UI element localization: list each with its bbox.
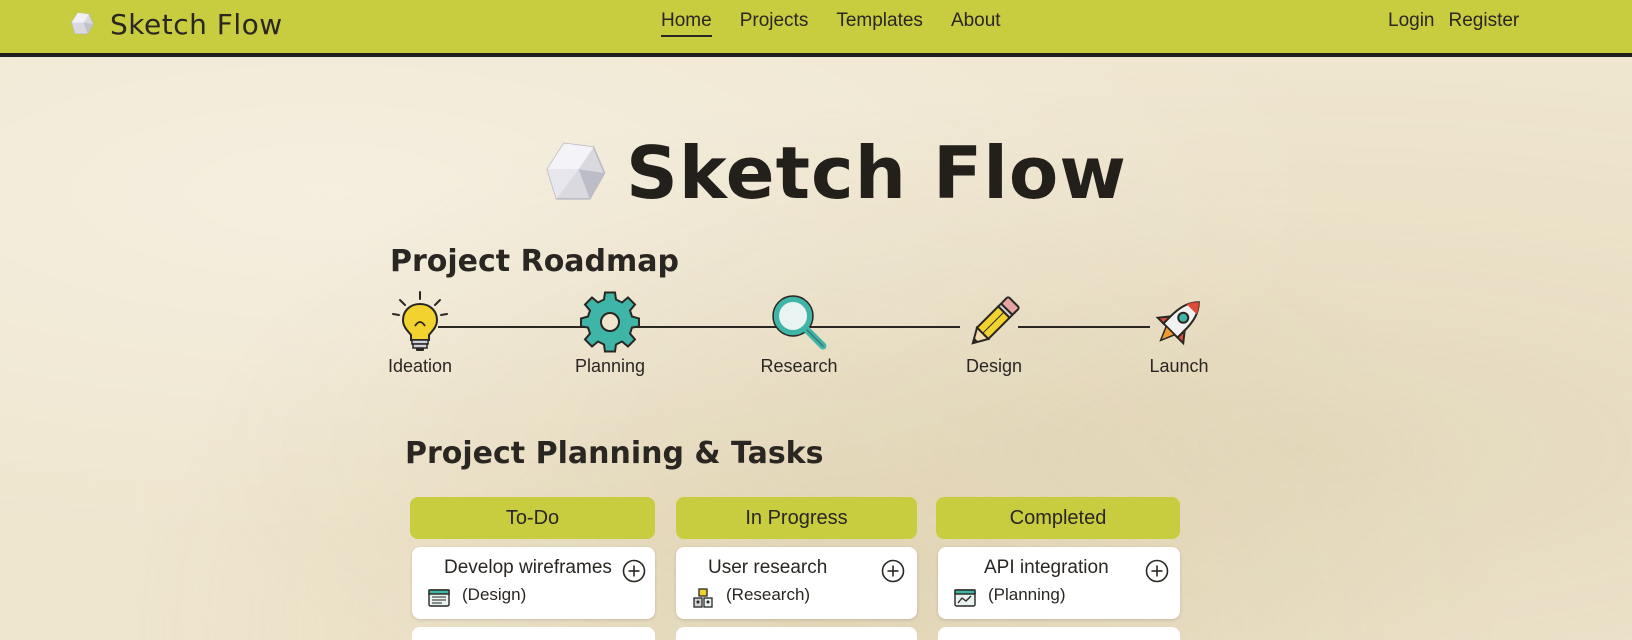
- nav-link-templates[interactable]: Templates: [836, 10, 923, 37]
- brand-name: Sketch Flow: [110, 7, 283, 41]
- roadmap-stage-planning[interactable]: Planning: [560, 290, 660, 377]
- brand[interactable]: Sketch Flow: [68, 6, 283, 42]
- page-title: Sketch Flow: [626, 131, 1127, 215]
- nav-link-home[interactable]: Home: [661, 10, 712, 37]
- hero: Sketch Flow: [538, 133, 1127, 213]
- rocket-icon: [1155, 301, 1200, 346]
- roadmap: Ideation Planning Research Design Launch: [380, 290, 1220, 390]
- column-in-progress: In Progress User research (Research): [676, 497, 917, 640]
- roadmap-stage-launch[interactable]: Launch: [1129, 290, 1229, 377]
- roadmap-stage-research[interactable]: Research: [749, 290, 849, 377]
- nav-link-about[interactable]: About: [951, 10, 1001, 37]
- design-board-icon: [428, 589, 450, 607]
- task-card[interactable]: User research (Research): [676, 547, 917, 619]
- stage-label: Launch: [1149, 356, 1209, 376]
- stage-label: Design: [965, 356, 1023, 376]
- task-title: Develop wireframes: [444, 557, 612, 578]
- task-card[interactable]: Develop wireframes (Design): [412, 547, 655, 619]
- add-icon[interactable]: [622, 559, 646, 583]
- stage-label: Ideation: [387, 356, 453, 376]
- main-nav: Home Projects Templates About: [661, 10, 1001, 37]
- task-card[interactable]: [938, 627, 1180, 640]
- navbar: Sketch Flow Home Projects Templates Abou…: [0, 0, 1632, 57]
- roadmap-connector: [438, 326, 960, 328]
- column-todo: To-Do Develop wireframes (Design): [410, 497, 655, 640]
- register-link[interactable]: Register: [1449, 10, 1520, 32]
- roadmap-title: Project Roadmap: [390, 244, 679, 279]
- roadmap-stage-ideation[interactable]: Ideation: [370, 290, 470, 377]
- task-title: API integration: [984, 557, 1109, 578]
- auth-links: Login Register: [1388, 10, 1519, 32]
- column-completed: Completed API integration (Planning): [936, 497, 1180, 640]
- logo-icon: [546, 142, 606, 200]
- add-icon[interactable]: [1145, 559, 1169, 583]
- task-tag: (Design): [462, 585, 527, 604]
- nav-link-projects[interactable]: Projects: [740, 10, 809, 37]
- task-card[interactable]: [676, 627, 917, 640]
- logo-icon: [71, 12, 94, 35]
- pencil-icon: [971, 296, 1020, 345]
- stage-label: Planning: [574, 356, 646, 376]
- stage-label: Research: [760, 356, 838, 376]
- column-header[interactable]: In Progress: [676, 497, 917, 539]
- login-link[interactable]: Login: [1388, 10, 1435, 32]
- roadmap-stage-design[interactable]: Design: [944, 290, 1044, 377]
- column-header[interactable]: Completed: [936, 497, 1180, 539]
- lightbulb-icon: [392, 291, 448, 351]
- research-icon: [693, 588, 713, 608]
- task-card[interactable]: API integration (Planning): [938, 547, 1180, 619]
- planning-board-icon: [954, 589, 976, 607]
- add-icon[interactable]: [881, 559, 905, 583]
- task-tag: (Research): [726, 585, 811, 604]
- column-header[interactable]: To-Do: [410, 497, 655, 539]
- task-title: User research: [708, 557, 828, 578]
- tasks-title: Project Planning & Tasks: [405, 436, 824, 471]
- magnifier-icon: [772, 295, 827, 350]
- gear-icon: [580, 291, 640, 353]
- task-tag: (Planning): [988, 585, 1066, 604]
- task-card[interactable]: [412, 627, 655, 640]
